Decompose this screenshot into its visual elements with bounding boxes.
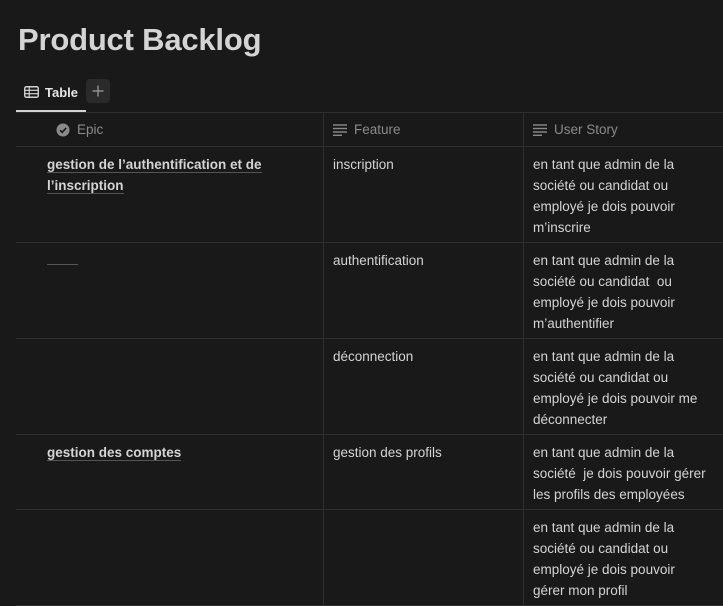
table-row[interactable]: gestion de l’authentification et de l’in… — [16, 147, 723, 243]
user-story-cell[interactable]: en tant que admin de la société ou candi… — [523, 339, 723, 434]
column-header-epic-label: Epic — [77, 122, 104, 137]
user-story-line: en tant que admin de la — [533, 253, 675, 268]
table-row[interactable]: déconnection en tant que admin de la soc… — [16, 339, 723, 435]
epic-link[interactable]: gestion des comptes — [47, 445, 182, 461]
table-row[interactable]: authentification en tant que admin de la… — [16, 243, 723, 339]
epic-link[interactable]: gestion de l’authentification et de — [47, 157, 262, 173]
feature-text: déconnection — [333, 349, 414, 364]
column-header-epic[interactable]: Epic — [16, 113, 323, 146]
user-story-line: employé je dois pouvoir me — [533, 391, 698, 406]
epic-cell[interactable] — [16, 243, 323, 338]
user-story-line: en tant que admin de la — [533, 349, 675, 364]
column-header-user-story-label: User Story — [554, 122, 618, 137]
table-row[interactable]: gestion des comptes gestion des profils … — [16, 435, 723, 510]
text-lines-icon — [333, 123, 347, 136]
user-story-line: en tant que admin de la — [533, 520, 675, 535]
user-story-line: m’authentifier — [533, 316, 615, 331]
column-header-feature[interactable]: Feature — [323, 113, 523, 146]
user-story-line: les profils des employées — [533, 487, 685, 502]
column-header-user-story[interactable]: User Story — [523, 113, 723, 146]
user-story-line: société ou candidat ou — [533, 370, 669, 385]
feature-cell[interactable]: gestion des profils — [323, 435, 523, 509]
text-lines-icon — [533, 123, 547, 136]
user-story-line: déconnecter — [533, 412, 608, 427]
feature-cell[interactable]: authentification — [323, 243, 523, 338]
user-story-line: en tant que admin de la — [533, 445, 675, 460]
user-story-cell[interactable]: en tant que admin de la société ou candi… — [523, 243, 723, 338]
page-title: Product Backlog — [18, 22, 262, 57]
view-tabs: Table — [16, 79, 110, 112]
user-story-cell[interactable]: en tant que admin de la société je dois … — [523, 435, 723, 509]
user-story-line: gérer mon profil — [533, 583, 628, 598]
user-story-line: employé je dois pouvoir — [533, 199, 675, 214]
tab-table-label: Table — [45, 84, 78, 100]
add-view-button[interactable] — [86, 79, 110, 103]
user-story-line: employé je dois pouvoir — [533, 562, 675, 577]
table-header-row: Epic Feature User Story — [16, 113, 723, 147]
user-story-line: m’inscrire — [533, 220, 591, 235]
epic-cell[interactable]: gestion des comptes — [16, 435, 323, 509]
feature-cell[interactable]: inscription — [323, 147, 523, 242]
epic-cell[interactable] — [16, 339, 323, 434]
backlog-table: Epic Feature User Story gestion de l’aut… — [16, 112, 723, 606]
user-story-cell[interactable]: en tant que admin de la société ou candi… — [523, 510, 723, 605]
epic-link[interactable]: l’inscription — [47, 178, 124, 194]
user-story-line: société je dois pouvoir gérer — [533, 466, 706, 481]
feature-cell[interactable]: déconnection — [323, 339, 523, 434]
table-icon — [24, 86, 39, 98]
plus-icon — [92, 85, 104, 97]
column-header-feature-label: Feature — [354, 122, 401, 137]
feature-text: authentification — [333, 253, 424, 268]
epic-cell[interactable]: gestion de l’authentification et de l’in… — [16, 147, 323, 242]
user-story-cell[interactable]: en tant que admin de la société ou candi… — [523, 147, 723, 242]
user-story-line: société ou candidat ou — [533, 178, 669, 193]
user-story-line: société ou candidat ou — [533, 541, 669, 556]
feature-cell[interactable] — [323, 510, 523, 605]
user-story-line: en tant que admin de la — [533, 157, 675, 172]
epic-cell[interactable] — [16, 510, 323, 605]
epic-empty-link[interactable] — [47, 254, 78, 265]
feature-text: gestion des profils — [333, 445, 442, 460]
tab-table[interactable]: Table — [16, 79, 86, 112]
table-row[interactable]: en tant que admin de la société ou candi… — [16, 510, 723, 606]
check-circle-icon — [56, 123, 70, 136]
user-story-line: société ou candidat ou — [533, 274, 672, 289]
feature-text: inscription — [333, 157, 394, 172]
user-story-line: employé je dois pouvoir — [533, 295, 675, 310]
